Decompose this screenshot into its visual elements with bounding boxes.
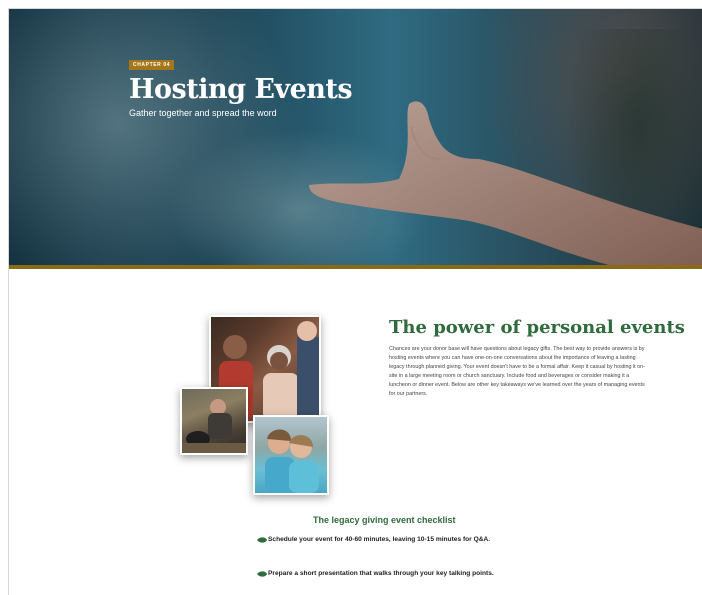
checklist-item-text: Schedule your event for 40-60 minutes, l… <box>268 536 491 543</box>
checklist-item-text: Prepare a short presentation that walks … <box>268 570 494 577</box>
checklist-item: Schedule your event for 40-60 minutes, l… <box>256 535 516 545</box>
section-body: Chances are your donor base will have qu… <box>389 346 645 397</box>
photo-friends <box>253 415 329 495</box>
divider-bar <box>9 265 702 269</box>
hero-banner: CHAPTER 04 Hosting Events Gather togethe… <box>9 9 702 265</box>
hand-image <box>309 101 702 265</box>
leaf-icon <box>257 571 267 577</box>
photo-volunteer <box>180 387 248 455</box>
hero-subtitle: Gather together and spread the word <box>129 108 277 118</box>
checklist-item: Prepare a short presentation that walks … <box>256 569 516 579</box>
chapter-badge: CHAPTER 04 <box>129 60 175 70</box>
hero-title: Hosting Events <box>129 74 353 105</box>
checklist-title: The legacy giving event checklist <box>313 515 456 525</box>
page-frame: CHAPTER 04 Hosting Events Gather togethe… <box>8 8 702 595</box>
section-title: The power of personal events <box>389 317 685 338</box>
leaf-icon <box>257 537 267 543</box>
